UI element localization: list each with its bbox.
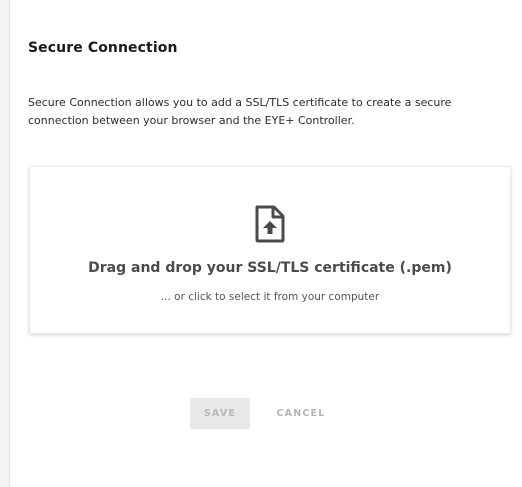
file-upload-icon <box>255 205 285 243</box>
save-button[interactable]: SAVE <box>190 398 250 429</box>
section-title: Secure Connection <box>28 40 178 56</box>
dropzone-title: Drag and drop your SSL/TLS certificate (… <box>88 260 452 276</box>
certificate-dropzone[interactable]: Drag and drop your SSL/TLS certificate (… <box>29 166 511 334</box>
dropzone-subtitle[interactable]: ... or click to select it from your comp… <box>30 291 510 303</box>
cancel-button[interactable]: CANCEL <box>271 398 331 429</box>
section-description: Secure Connection allows you to add a SS… <box>28 96 452 127</box>
secure-connection-panel: Secure Connection Secure Connection allo… <box>9 0 522 487</box>
